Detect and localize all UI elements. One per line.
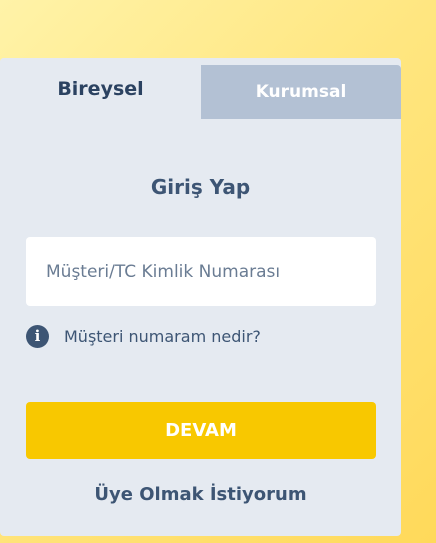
login-title: Giriş Yap [150, 175, 251, 199]
register-link[interactable]: Üye Olmak İstiyorum [0, 484, 401, 505]
tab-individual[interactable]: Bireysel [0, 58, 201, 119]
customer-number-field-container [26, 237, 376, 306]
customer-number-help-link[interactable]: i Müşteri numaram nedir? [26, 324, 261, 348]
info-icon: i [26, 324, 49, 348]
tab-bar: Bireysel Kurumsal [0, 58, 401, 119]
help-text: Müşteri numaram nedir? [64, 326, 261, 346]
tab-corporate[interactable]: Kurumsal [201, 65, 401, 119]
continue-button[interactable]: DEVAM [26, 402, 376, 459]
customer-number-input[interactable] [26, 237, 376, 306]
login-panel: Bireysel Kurumsal Giriş Yap i Müşteri nu… [0, 58, 401, 536]
